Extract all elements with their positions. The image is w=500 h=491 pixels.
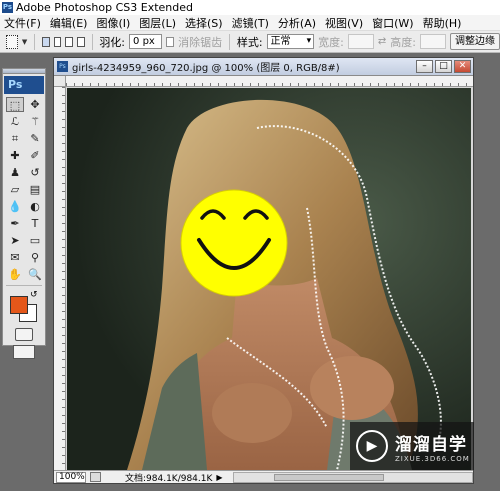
quick-mask-button[interactable]	[15, 328, 33, 341]
notes-icon[interactable]: ✉	[6, 250, 24, 265]
arrow-right-icon[interactable]: ▶	[216, 473, 222, 482]
horizontal-ruler[interactable]	[66, 76, 473, 87]
height-label: 高度:	[390, 35, 416, 49]
add-selection-button[interactable]	[53, 36, 62, 47]
feather-input[interactable]: 0 px	[129, 34, 163, 49]
path-select-icon[interactable]: ➤	[6, 233, 24, 248]
antialias-checkbox[interactable]	[166, 36, 175, 47]
style-label: 样式:	[236, 35, 263, 49]
menu-layer[interactable]: 图层(L)	[139, 15, 176, 31]
ps-logo[interactable]: Ps	[4, 76, 44, 94]
pen-icon[interactable]: ✒	[6, 216, 24, 231]
document-title: girls-4234959_960_720.jpg @ 100% (图层 0, …	[72, 63, 340, 74]
menu-window[interactable]: 窗口(W)	[372, 15, 413, 31]
eyedropper-icon[interactable]: ⚲	[26, 250, 44, 265]
tools-panel: Ps ⬚ ✥ ℒ ⚚ ⌗ ✎ ✚ ✐ ♟ ↺ ▱ ▤ 💧 ◐ ✒ T ➤ ▭ ✉…	[2, 68, 46, 359]
magic-wand-icon[interactable]: ⚚	[26, 114, 44, 129]
zoom-input[interactable]: 100%	[56, 471, 86, 483]
foreground-color-swatch[interactable]	[10, 296, 28, 314]
tool-grid: ⬚ ✥ ℒ ⚚ ⌗ ✎ ✚ ✐ ♟ ↺ ▱ ▤ 💧 ◐ ✒ T ➤ ▭ ✉ ⚲ …	[3, 97, 45, 282]
color-swatches: ↺	[6, 290, 45, 322]
zoom-icon[interactable]: 🔍	[26, 267, 44, 282]
window-controls: – □ ✕	[416, 60, 471, 73]
move-icon[interactable]: ✥	[26, 97, 44, 112]
ps-app-icon: Ps	[2, 2, 13, 13]
rect-marquee-icon[interactable]: ⬚	[6, 97, 24, 112]
intersect-selection-button[interactable]	[76, 36, 85, 47]
hand-icon[interactable]: ✋	[6, 267, 24, 282]
document-info: 文档:984.1K/984.1K	[125, 473, 213, 484]
options-bar: ▼ 羽化: 0 px 消除锯齿 样式: 正常 宽度: ⇄ 高度: 调整边缘	[0, 31, 500, 53]
divider	[229, 33, 230, 50]
swap-icon[interactable]: ⇄	[378, 36, 386, 47]
watermark: ▶ 溜溜自学 ZIXUE.3D66.COM	[350, 422, 474, 470]
refine-edge-button[interactable]: 调整边缘	[450, 33, 500, 50]
app-titlebar: Ps Adobe Photoshop CS3 Extended	[0, 0, 500, 15]
new-selection-button[interactable]	[41, 36, 50, 47]
divider	[6, 285, 42, 286]
photoshop-app: Ps Adobe Photoshop CS3 Extended 文件(F) 编辑…	[0, 0, 500, 491]
menu-help[interactable]: 帮助(H)	[423, 15, 462, 31]
dodge-icon[interactable]: ◐	[26, 199, 44, 214]
menu-file[interactable]: 文件(F)	[4, 15, 41, 31]
tool-preset-icon[interactable]	[6, 34, 18, 49]
document-window: Ps girls-4234959_960_720.jpg @ 100% (图层 …	[53, 57, 474, 484]
menu-analysis[interactable]: 分析(A)	[278, 15, 316, 31]
antialias-label: 消除锯齿	[178, 35, 223, 49]
height-input[interactable]	[419, 34, 447, 49]
app-title: Adobe Photoshop CS3 Extended	[16, 1, 193, 14]
width-label: 宽度:	[318, 35, 344, 49]
close-button[interactable]: ✕	[454, 60, 471, 73]
minimize-button[interactable]: –	[416, 60, 433, 73]
menu-edit[interactable]: 编辑(E)	[50, 15, 88, 31]
watermark-title: 溜溜自学	[395, 434, 467, 455]
chevron-down-icon[interactable]: ▼	[22, 38, 27, 46]
screen-mode-button[interactable]	[13, 345, 35, 359]
gradient-icon[interactable]: ▤	[26, 182, 44, 197]
panel-grip[interactable]	[3, 69, 45, 74]
document-titlebar[interactable]: Ps girls-4234959_960_720.jpg @ 100% (图层 …	[54, 58, 473, 76]
swap-colors-icon[interactable]: ↺	[30, 290, 38, 300]
menu-view[interactable]: 视图(V)	[325, 15, 363, 31]
shape-icon[interactable]: ▭	[26, 233, 44, 248]
history-brush-icon[interactable]: ↺	[26, 165, 44, 180]
scroll-thumb[interactable]	[273, 473, 384, 481]
stamp-icon[interactable]: ♟	[6, 165, 24, 180]
document-statusbar: 100% 文档:984.1K/984.1K ▶	[54, 470, 473, 484]
vertical-ruler[interactable]	[54, 87, 66, 470]
status-menu-icon[interactable]	[90, 472, 101, 482]
type-icon[interactable]: T	[26, 216, 44, 231]
slice-icon[interactable]: ✎	[26, 131, 44, 146]
document-icon: Ps	[57, 61, 68, 72]
style-select[interactable]: 正常	[266, 34, 315, 49]
width-input[interactable]	[347, 34, 374, 49]
blur-icon[interactable]: 💧	[6, 199, 24, 214]
brush-icon[interactable]: ✐	[26, 148, 44, 163]
feather-label: 羽化:	[99, 35, 126, 49]
crop-icon[interactable]: ⌗	[6, 131, 24, 146]
menu-bar: 文件(F) 编辑(E) 图像(I) 图层(L) 选择(S) 滤镜(T) 分析(A…	[0, 15, 500, 31]
watermark-text: 溜溜自学 ZIXUE.3D66.COM	[395, 430, 470, 463]
eraser-icon[interactable]: ▱	[6, 182, 24, 197]
horizontal-scrollbar[interactable]	[232, 471, 473, 483]
subtract-selection-button[interactable]	[65, 36, 73, 47]
image-canvas[interactable]	[67, 88, 471, 470]
divider	[34, 33, 35, 50]
lasso-icon[interactable]: ℒ	[6, 114, 24, 129]
healing-icon[interactable]: ✚	[6, 148, 24, 163]
menu-image[interactable]: 图像(I)	[96, 15, 130, 31]
divider	[91, 33, 93, 50]
ruler-origin[interactable]	[54, 76, 66, 87]
photo-image	[67, 88, 471, 470]
play-logo-icon: ▶	[356, 430, 388, 462]
menu-filter[interactable]: 滤镜(T)	[232, 15, 269, 31]
watermark-url: ZIXUE.3D66.COM	[395, 454, 470, 463]
menu-select[interactable]: 选择(S)	[185, 15, 223, 31]
maximize-button[interactable]: □	[435, 60, 452, 73]
